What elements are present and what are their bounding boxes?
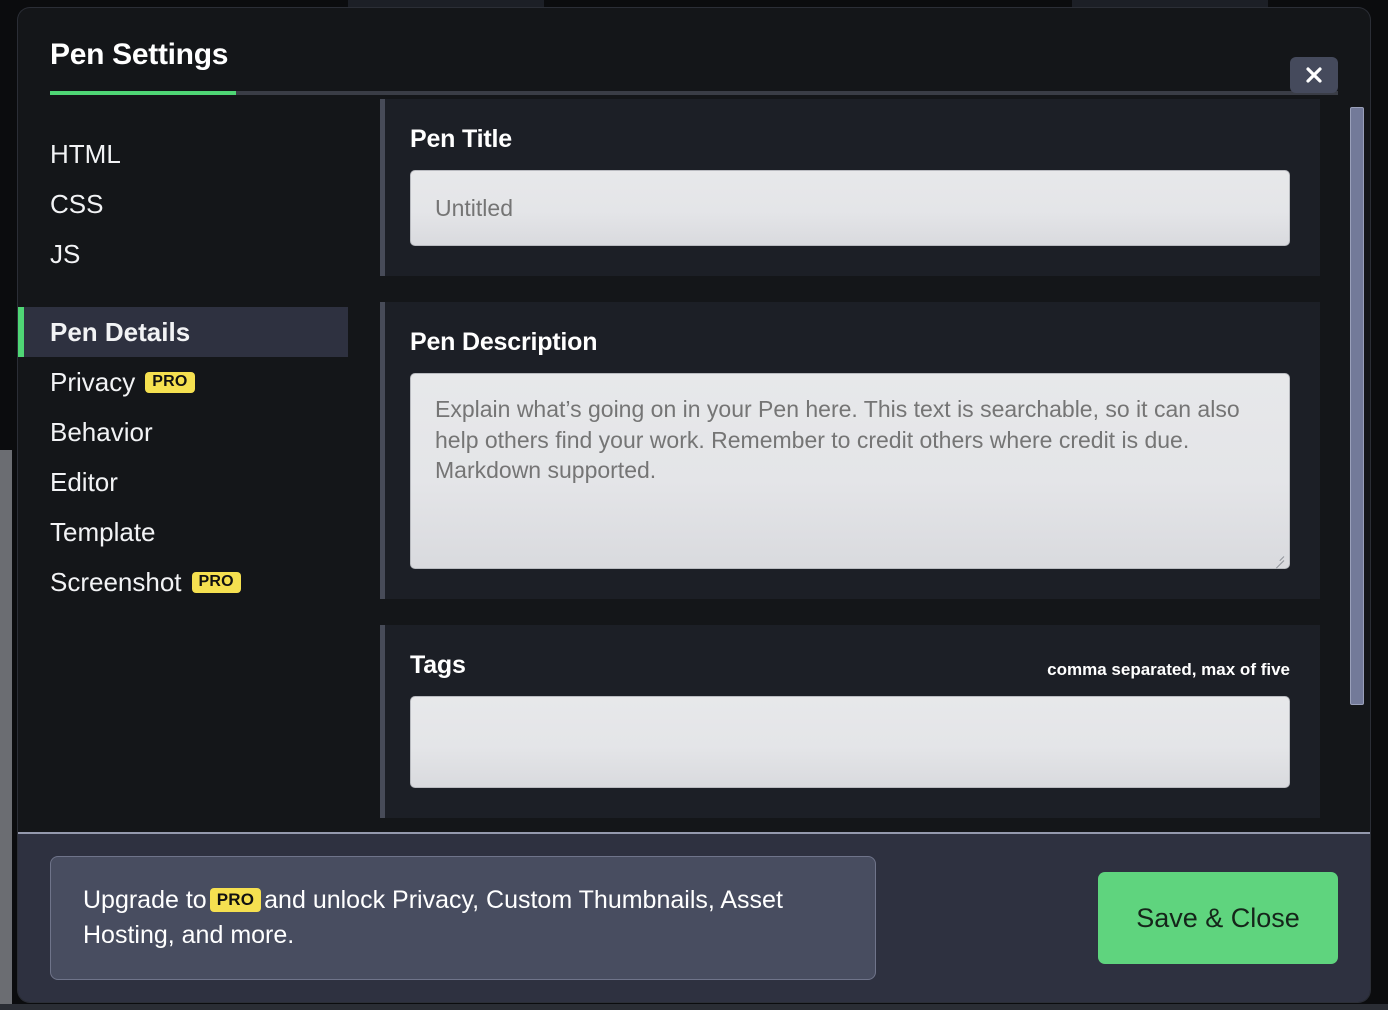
sidebar-item-label: Pen Details (50, 316, 191, 347)
content-scrollbar-track[interactable] (1350, 95, 1364, 832)
modal-footer: Upgrade to PRO and unlock Privacy, Custom … (18, 832, 1370, 1002)
pen-title-section: Pen Title (380, 99, 1320, 276)
pro-badge: PRO (145, 371, 195, 393)
tags-hint: comma separated, max of five (1047, 660, 1290, 679)
settings-sidebar: HTML CSS JS Pen Details Privacy PRO Beha… (18, 95, 348, 832)
pen-description-section: Pen Description (380, 302, 1320, 599)
pro-badge: PRO (209, 888, 262, 912)
pen-description-wrap (410, 373, 1290, 569)
tags-section: Tags comma separated, max of five (380, 625, 1320, 818)
pen-description-textarea[interactable] (410, 373, 1290, 569)
background-frame-left (0, 450, 12, 1010)
pen-title-header: Pen Title (410, 125, 1290, 154)
upgrade-banner[interactable]: Upgrade to PRO and unlock Privacy, Custom … (50, 856, 876, 980)
sidebar-item-privacy[interactable]: Privacy PRO (18, 357, 348, 407)
sidebar-item-label: HTML (50, 138, 121, 169)
pen-description-header: Pen Description (410, 328, 1290, 357)
close-icon[interactable] (1290, 57, 1338, 93)
sidebar-item-label: Behavior (50, 416, 153, 447)
pen-settings-modal: Pen Settings HTML CSS JS Pen Details Pri… (18, 8, 1370, 1002)
modal-body: HTML CSS JS Pen Details Privacy PRO Beha… (18, 95, 1370, 832)
sidebar-item-css[interactable]: CSS (18, 179, 348, 229)
page-title: Pen Settings (50, 38, 229, 71)
sidebar-item-html[interactable]: HTML (18, 129, 348, 179)
upgrade-text-prefix: Upgrade to (83, 886, 207, 914)
background-frame-bottom (0, 1004, 1388, 1010)
sidebar-item-label: Editor (50, 466, 118, 497)
sidebar-item-pen-details[interactable]: Pen Details (18, 307, 348, 357)
sidebar-divider (18, 279, 348, 307)
sidebar-item-label: Screenshot (50, 566, 182, 597)
tags-label: Tags (410, 651, 466, 679)
sidebar-item-label: Privacy (50, 366, 136, 397)
sidebar-item-screenshot[interactable]: Screenshot PRO (18, 557, 348, 607)
save-close-button[interactable]: Save & Close (1098, 872, 1338, 964)
content-scrollbar-thumb[interactable] (1350, 107, 1364, 705)
pen-title-input[interactable] (410, 170, 1290, 246)
sidebar-item-label: CSS (50, 188, 104, 219)
sidebar-item-js[interactable]: JS (18, 229, 348, 279)
sidebar-item-label: Template (50, 516, 156, 547)
pro-badge: PRO (191, 571, 241, 593)
sidebar-item-behavior[interactable]: Behavior (18, 407, 348, 457)
tags-input[interactable] (410, 696, 1290, 788)
sidebar-item-label: JS (50, 238, 81, 269)
sidebar-item-editor[interactable]: Editor (18, 457, 348, 507)
modal-header: Pen Settings (18, 8, 1370, 95)
settings-content: Pen Title Pen Description Tags (348, 95, 1370, 832)
tags-header: Tags comma separated, max of five (410, 651, 1290, 680)
pen-title-label: Pen Title (410, 125, 512, 153)
pen-description-label: Pen Description (410, 328, 598, 356)
sidebar-item-template[interactable]: Template (18, 507, 348, 557)
